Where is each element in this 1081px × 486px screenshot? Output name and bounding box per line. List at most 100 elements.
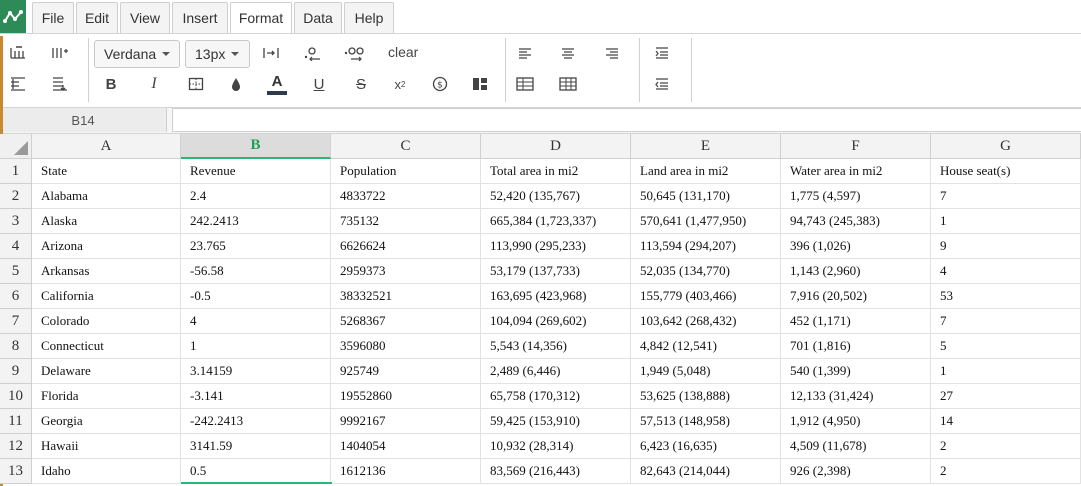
decrease-decimal-icon[interactable] xyxy=(299,40,325,66)
table-cell[interactable]: Connecticut xyxy=(32,334,181,359)
table-cell[interactable]: Colorado xyxy=(32,309,181,334)
increase-decimal-icon[interactable] xyxy=(341,40,367,66)
table-cell[interactable]: 0.5 xyxy=(181,459,331,484)
table-cell[interactable]: 570,641 (1,477,950) xyxy=(631,209,781,234)
table-cell[interactable]: 7 xyxy=(931,309,1081,334)
fill-color-icon[interactable] xyxy=(223,71,249,97)
row-header[interactable]: 7 xyxy=(0,309,32,334)
column-header-e[interactable]: E xyxy=(631,134,781,159)
font-family-select[interactable]: Verdana xyxy=(94,40,180,68)
table-cell[interactable]: 1 xyxy=(931,359,1081,384)
table-cell[interactable]: 5,543 (14,356) xyxy=(481,334,631,359)
table-cell[interactable]: 59,425 (153,910) xyxy=(481,409,631,434)
row-header[interactable]: 11 xyxy=(0,409,32,434)
column-header-b[interactable]: B xyxy=(181,134,331,159)
table-cell[interactable]: 5 xyxy=(931,334,1081,359)
table-cell[interactable]: 3.14159 xyxy=(181,359,331,384)
column-header-d[interactable]: D xyxy=(481,134,631,159)
table-cell[interactable]: 6626624 xyxy=(331,234,481,259)
row-header[interactable]: 5 xyxy=(0,259,32,284)
clear-format-button[interactable]: clear xyxy=(388,44,418,60)
table-cell[interactable]: 65,758 (170,312) xyxy=(481,384,631,409)
table-cell[interactable]: House seat(s) xyxy=(931,159,1081,184)
table-cell[interactable]: 7 xyxy=(931,184,1081,209)
row-header[interactable]: 6 xyxy=(0,284,32,309)
align-left-icon[interactable] xyxy=(512,40,538,66)
table-cell[interactable]: 1,775 (4,597) xyxy=(781,184,931,209)
italic-icon[interactable]: I xyxy=(141,71,167,97)
menu-file[interactable]: File xyxy=(32,2,74,33)
table-cell[interactable]: 1,912 (4,950) xyxy=(781,409,931,434)
cell-reference-box[interactable]: B14 xyxy=(0,108,167,132)
table-cell[interactable]: 242.2413 xyxy=(181,209,331,234)
menu-help[interactable]: Help xyxy=(344,2,394,33)
table-cell[interactable]: Georgia xyxy=(32,409,181,434)
table-cell[interactable]: 2,489 (6,446) xyxy=(481,359,631,384)
superscript-icon[interactable]: x2 xyxy=(387,71,413,97)
table-cell[interactable]: 5268367 xyxy=(331,309,481,334)
row-header[interactable]: 4 xyxy=(0,234,32,259)
table-cell[interactable]: Alabama xyxy=(32,184,181,209)
table-cell[interactable]: 735132 xyxy=(331,209,481,234)
table-cell[interactable]: California xyxy=(32,284,181,309)
bold-icon[interactable]: B xyxy=(98,71,124,97)
table-cell[interactable]: 3596080 xyxy=(331,334,481,359)
table-cell[interactable]: Land area in mi2 xyxy=(631,159,781,184)
row-header[interactable]: 9 xyxy=(0,359,32,384)
indent-decrease-icon[interactable] xyxy=(649,71,675,97)
app-logo-icon[interactable] xyxy=(0,0,26,34)
table-cell[interactable]: 540 (1,399) xyxy=(781,359,931,384)
table-cell[interactable]: 103,642 (268,432) xyxy=(631,309,781,334)
menu-data[interactable]: Data xyxy=(294,2,342,33)
row-header[interactable]: 13 xyxy=(0,459,32,484)
row-header[interactable]: 8 xyxy=(0,334,32,359)
table-cell[interactable]: 4,509 (11,678) xyxy=(781,434,931,459)
table-cell[interactable]: 665,384 (1,723,337) xyxy=(481,209,631,234)
column-header-f[interactable]: F xyxy=(781,134,931,159)
insert-row-above-icon[interactable] xyxy=(5,40,31,66)
table-cell[interactable]: 1612136 xyxy=(331,459,481,484)
table-cell[interactable]: -242.2413 xyxy=(181,409,331,434)
column-header-c[interactable]: C xyxy=(331,134,481,159)
table-cell[interactable]: 1 xyxy=(181,334,331,359)
borders-icon[interactable] xyxy=(183,71,209,97)
table-cell[interactable]: 57,513 (148,958) xyxy=(631,409,781,434)
row-header[interactable]: 2 xyxy=(0,184,32,209)
table-cell[interactable]: 12,133 (31,424) xyxy=(781,384,931,409)
column-header-a[interactable]: A xyxy=(32,134,181,159)
table-cell[interactable]: 452 (1,171) xyxy=(781,309,931,334)
table-cell[interactable]: 82,643 (214,044) xyxy=(631,459,781,484)
menu-edit[interactable]: Edit xyxy=(76,2,118,33)
table-cell[interactable]: 50,645 (131,170) xyxy=(631,184,781,209)
table-cell[interactable]: 83,569 (216,443) xyxy=(481,459,631,484)
table-cell[interactable]: 155,779 (403,466) xyxy=(631,284,781,309)
table-cell[interactable]: 53,625 (138,888) xyxy=(631,384,781,409)
table-cell[interactable]: 701 (1,816) xyxy=(781,334,931,359)
table-cell[interactable]: 19552860 xyxy=(331,384,481,409)
table-cell[interactable]: 38332521 xyxy=(331,284,481,309)
formula-input[interactable] xyxy=(172,108,1081,132)
table-cell[interactable]: 163,695 (423,968) xyxy=(481,284,631,309)
table-cell[interactable]: 23.765 xyxy=(181,234,331,259)
table-cell[interactable]: 1 xyxy=(931,209,1081,234)
merge-cells-icon[interactable] xyxy=(467,71,493,97)
column-header-g[interactable]: G xyxy=(931,134,1081,159)
menu-view[interactable]: View xyxy=(120,2,170,33)
table-cell[interactable]: 113,594 (294,207) xyxy=(631,234,781,259)
table-icon[interactable] xyxy=(512,71,538,97)
table-cell[interactable]: 52,420 (135,767) xyxy=(481,184,631,209)
table-cell[interactable]: 1,949 (5,048) xyxy=(631,359,781,384)
align-center-icon[interactable] xyxy=(555,40,581,66)
underline-icon[interactable]: U xyxy=(306,71,332,97)
menu-insert[interactable]: Insert xyxy=(172,2,228,33)
currency-format-icon[interactable]: $ xyxy=(427,71,453,97)
table-cell[interactable]: Revenue xyxy=(181,159,331,184)
row-header[interactable]: 10 xyxy=(0,384,32,409)
table-cell[interactable]: 27 xyxy=(931,384,1081,409)
table-cell[interactable]: 925749 xyxy=(331,359,481,384)
table-cell[interactable]: 9 xyxy=(931,234,1081,259)
table-cell[interactable]: 926 (2,398) xyxy=(781,459,931,484)
align-right-icon[interactable] xyxy=(599,40,625,66)
table-cell[interactable]: 2 xyxy=(931,434,1081,459)
row-header[interactable]: 1 xyxy=(0,159,32,184)
